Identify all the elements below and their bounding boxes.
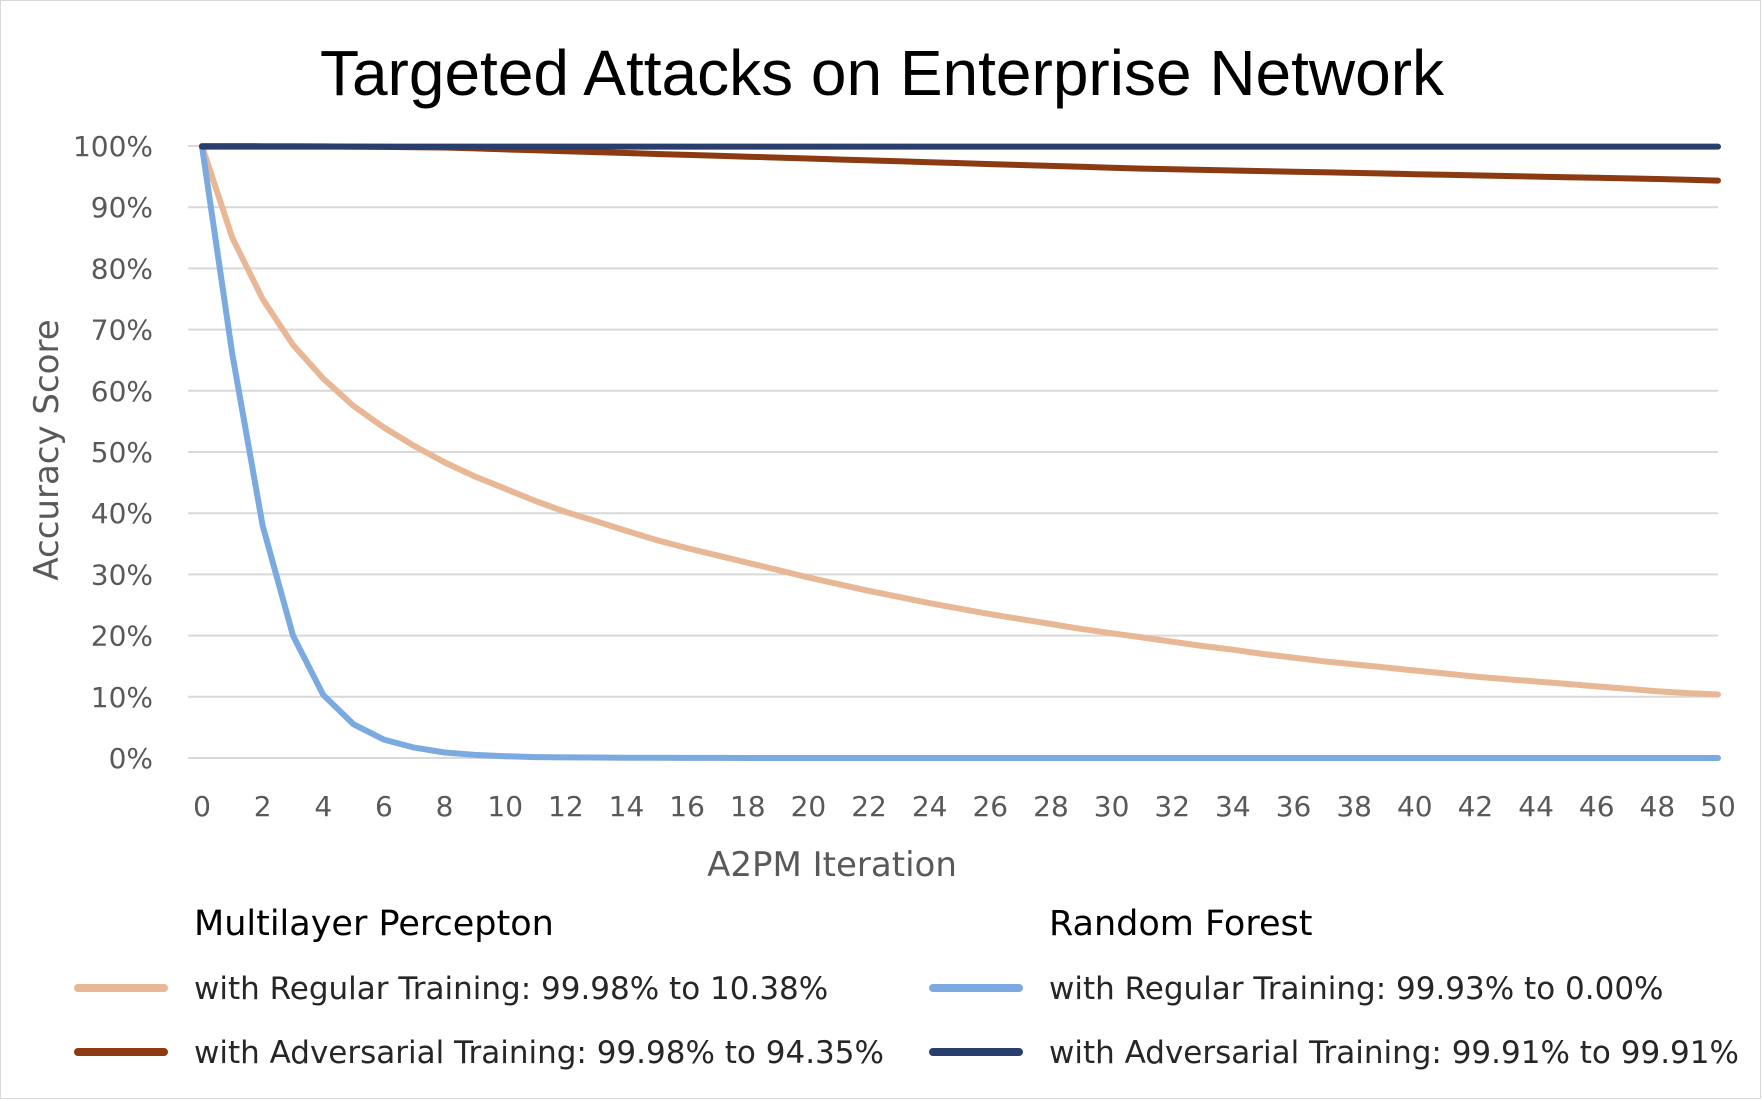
- x-tick-label: 22: [851, 790, 887, 823]
- x-tick-label: 18: [730, 790, 766, 823]
- legend-entry-label: with Regular Training: 99.93% to 0.00%: [1049, 971, 1664, 1007]
- x-tick-label: 16: [669, 790, 705, 823]
- x-tick-label: 12: [548, 790, 584, 823]
- x-tick-label: 32: [1154, 790, 1190, 823]
- x-tick-label: 20: [791, 790, 827, 823]
- y-tick-label: 80%: [91, 252, 153, 285]
- y-tick-label: 40%: [91, 497, 153, 530]
- x-tick-label: 2: [254, 790, 272, 823]
- x-tick-label: 8: [436, 790, 454, 823]
- series-line: [199, 143, 1721, 698]
- x-tick-label: 10: [487, 790, 523, 823]
- x-tick-label: 36: [1276, 790, 1312, 823]
- y-tick-label: 30%: [91, 558, 153, 591]
- y-axis-title: Accuracy Score: [27, 319, 67, 580]
- legend-entry-label: with Adversarial Training: 99.98% to 94.…: [194, 1035, 884, 1071]
- x-tick-label: 42: [1458, 790, 1494, 823]
- legend-entry-label: with Adversarial Training: 99.91% to 99.…: [1049, 1035, 1739, 1071]
- y-tick-label: 50%: [91, 436, 153, 469]
- x-tick-label: 46: [1579, 790, 1615, 823]
- y-tick-label: 0%: [109, 742, 153, 775]
- chart-canvas: Targeted Attacks on Enterprise Network 0…: [27, 37, 1739, 1071]
- y-tick-label: 100%: [73, 130, 153, 163]
- x-tick-labels: 0 2 4 6 8 10 12 14 16 18 20 22 24 26 28 30 32 34 36 38 40 42 4…: [193, 790, 1736, 823]
- x-tick-label: 14: [609, 790, 645, 823]
- x-tick-label: 4: [314, 790, 332, 823]
- y-tick-label: 90%: [91, 191, 153, 224]
- x-tick-label: 44: [1518, 790, 1554, 823]
- y-tick-labels: 0% 10% 20% 30% 40% 50% 60% 70% 80% 90% 100%: [73, 130, 153, 775]
- x-tick-label: 38: [1336, 790, 1372, 823]
- y-tick-label: 20%: [91, 620, 153, 653]
- x-tick-label: 30: [1094, 790, 1130, 823]
- x-tick-label: 24: [912, 790, 948, 823]
- series-line: [199, 143, 1721, 184]
- y-tick-label: 70%: [91, 314, 153, 347]
- x-tick-label: 6: [375, 790, 393, 823]
- x-tick-label: 28: [1033, 790, 1069, 823]
- x-tick-label: 0: [193, 790, 211, 823]
- y-tick-label: 60%: [91, 375, 153, 408]
- x-tick-label: 26: [972, 790, 1008, 823]
- x-tick-label: 50: [1700, 790, 1736, 823]
- legend: Multilayer Percepton with Regular Trainin…: [74, 904, 1739, 1071]
- x-axis-title: A2PM Iteration: [707, 845, 957, 885]
- x-tick-label: 34: [1215, 790, 1251, 823]
- x-tick-label: 40: [1397, 790, 1433, 823]
- x-tick-label: 48: [1640, 790, 1676, 823]
- gridlines: [188, 145, 1718, 759]
- legend-group-title: Multilayer Percepton: [194, 904, 554, 944]
- legend-entry-label: with Regular Training: 99.98% to 10.38%: [194, 971, 828, 1007]
- legend-group-title: Random Forest: [1049, 904, 1312, 944]
- y-tick-label: 10%: [91, 681, 153, 714]
- chart-title: Targeted Attacks on Enterprise Network: [320, 37, 1445, 109]
